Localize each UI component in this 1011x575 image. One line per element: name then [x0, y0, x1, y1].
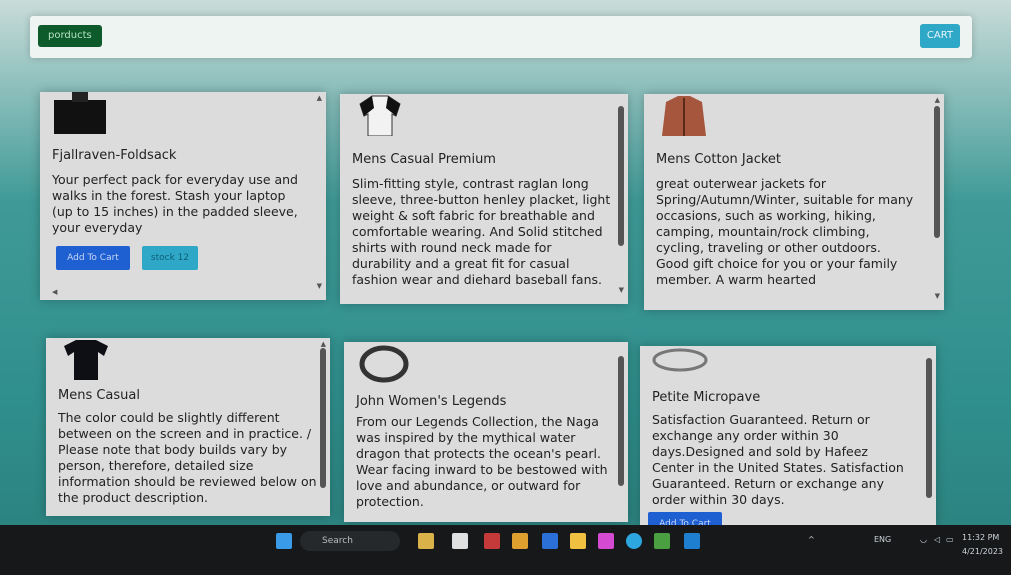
taskbar-search[interactable]: Search	[300, 531, 400, 551]
backpack-icon	[52, 92, 108, 134]
bracelet-icon	[356, 342, 412, 383]
clock-time[interactable]: 11:32 PM	[962, 533, 999, 542]
add-to-cart-button[interactable]: Add To Cart	[56, 246, 130, 270]
add-to-cart-button[interactable]: Add To Cart	[648, 512, 722, 526]
browser-icon[interactable]	[626, 533, 642, 549]
product-description: Your perfect pack for everyday use and w…	[52, 172, 298, 235]
card-scrollbar[interactable]	[618, 106, 624, 246]
card-scrollbar[interactable]	[934, 106, 940, 238]
file-explorer-icon[interactable]	[418, 533, 434, 549]
windows-start-icon[interactable]	[276, 533, 292, 549]
card-scrollbar[interactable]	[320, 348, 326, 488]
scroll-up-arrow[interactable]: ▲	[321, 340, 326, 348]
scroll-up-arrow[interactable]: ▲	[935, 96, 940, 104]
app-icon[interactable]	[484, 533, 500, 549]
scroll-up-arrow[interactable]: ▲	[317, 94, 322, 102]
volume-icon[interactable]: ◁	[934, 535, 940, 544]
product-card: Mens Casual The color could be slightly …	[46, 338, 330, 516]
product-title: Petite Micropave	[652, 390, 761, 405]
product-title: John Women's Legends	[356, 394, 507, 409]
wifi-icon[interactable]: ◡	[920, 535, 927, 544]
app-icon[interactable]	[452, 533, 468, 549]
scroll-left-arrow[interactable]: ◀	[52, 288, 57, 296]
product-description: great outerwear jackets for Spring/Autum…	[656, 176, 914, 287]
product-title: Mens Casual	[58, 388, 140, 403]
product-description: The color could be slightly different be…	[58, 410, 317, 505]
tshirt-icon	[58, 338, 114, 380]
cart-button[interactable]: CART	[920, 24, 960, 48]
app-icon[interactable]	[570, 533, 586, 549]
scroll-down-arrow[interactable]: ▼	[317, 282, 322, 290]
card-scrollbar[interactable]	[926, 358, 932, 498]
app-icon[interactable]	[654, 533, 670, 549]
product-card: Fjallraven-Foldsack Your perfect pack fo…	[40, 92, 326, 300]
product-description: From our Legends Collection, the Naga wa…	[356, 414, 608, 509]
app-icon[interactable]	[542, 533, 558, 549]
ring-icon	[652, 346, 708, 386]
product-title: Mens Casual Premium	[352, 152, 496, 167]
product-description: Satisfaction Guaranteed. Return or excha…	[652, 412, 904, 507]
jacket-icon	[656, 94, 712, 136]
product-card: Petite Micropave Satisfaction Guaranteed…	[640, 346, 936, 526]
taskbar: Search ^ ENG ◡ ◁ ▭ 11:32 PM 4/21/2023	[0, 525, 1011, 575]
raglan-shirt-icon	[352, 94, 408, 137]
scroll-down-arrow[interactable]: ▼	[619, 286, 624, 294]
app-icon[interactable]	[512, 533, 528, 549]
product-card: Mens Cotton Jacket great outerwear jacke…	[644, 94, 944, 310]
vscode-icon[interactable]	[684, 533, 700, 549]
battery-icon[interactable]: ▭	[946, 535, 954, 544]
stock-button[interactable]: stock 12	[142, 246, 198, 270]
card-scrollbar[interactable]	[618, 356, 624, 486]
product-description: Slim-fitting style, contrast raglan long…	[352, 176, 611, 287]
app-icon[interactable]	[598, 533, 614, 549]
tray-language[interactable]: ENG	[874, 535, 891, 544]
tray-chevron-icon[interactable]: ^	[808, 535, 815, 544]
scroll-down-arrow[interactable]: ▼	[935, 292, 940, 300]
product-card: Mens Casual Premium Slim-fitting style, …	[340, 94, 628, 304]
product-title: Fjallraven-Foldsack	[52, 148, 177, 163]
brand-link[interactable]: porducts	[38, 25, 102, 47]
navbar: porducts CART	[30, 16, 972, 58]
product-title: Mens Cotton Jacket	[656, 152, 782, 167]
clock-date[interactable]: 4/21/2023	[962, 547, 1003, 556]
product-card: John Women's Legends From our Legends Co…	[344, 342, 628, 522]
